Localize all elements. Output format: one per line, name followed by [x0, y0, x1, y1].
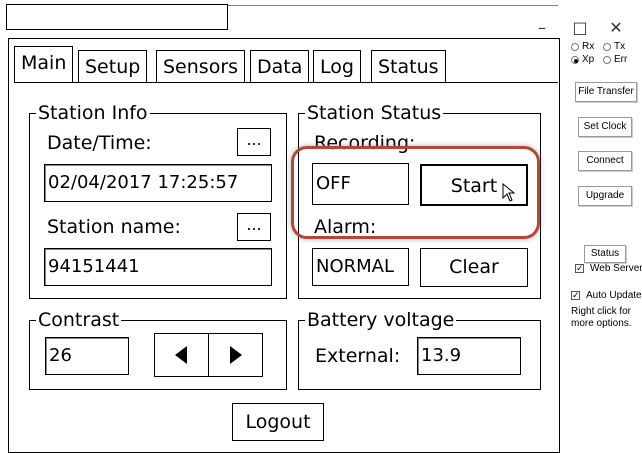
contrast-value-field: 26 — [45, 337, 129, 375]
contrast-increase-button[interactable] — [208, 333, 263, 377]
tab-status[interactable]: Status — [371, 50, 446, 82]
station-status-legend: Station Status — [307, 102, 442, 124]
station-name-label: Station name: — [47, 216, 181, 238]
tab-sensors[interactable]: Sensors — [156, 50, 246, 82]
clear-button[interactable]: Clear — [420, 248, 528, 287]
tab-setup[interactable]: Setup — [78, 50, 148, 82]
right-click-hint: Right click for more options. — [571, 306, 632, 329]
triangle-left-icon — [175, 346, 187, 364]
datetime-field: 02/04/2017 17:25:57 — [44, 164, 272, 202]
triangle-right-icon — [230, 346, 242, 364]
station-info-legend: Station Info — [38, 102, 148, 124]
close-icon[interactable]: ✕ — [606, 18, 626, 38]
external-voltage-field: 13.9 — [417, 337, 521, 375]
radio-xp-label: Xp — [582, 54, 595, 65]
radio-xp[interactable] — [571, 56, 579, 64]
logout-button[interactable]: Logout — [232, 403, 324, 441]
tab-baseline — [14, 82, 558, 83]
radio-tx[interactable] — [603, 43, 611, 51]
radio-err[interactable] — [603, 56, 611, 64]
web-server-checkbox[interactable]: ✓ — [575, 264, 584, 274]
auto-update-label: Auto Update — [586, 290, 642, 301]
datetime-label: Date/Time: — [47, 132, 152, 154]
datetime-more-button[interactable]: ... — [237, 128, 271, 156]
radio-tx-label: Tx — [614, 41, 626, 52]
external-voltage-label: External: — [315, 345, 401, 367]
contrast-legend: Contrast — [38, 309, 120, 331]
tab-data[interactable]: Data — [250, 50, 310, 82]
tab-log[interactable]: Log — [313, 50, 361, 82]
tab-main[interactable]: Main — [14, 46, 74, 82]
radio-rx-label: Rx — [582, 41, 595, 52]
file-transfer-button[interactable]: File Transfer — [575, 82, 637, 102]
auto-update-checkbox[interactable]: ✓ — [571, 291, 580, 301]
station-name-more-button[interactable]: ... — [237, 213, 271, 241]
title-bar-accent-line — [228, 5, 558, 6]
radio-rx[interactable] — [571, 43, 579, 51]
contrast-decrease-button[interactable] — [154, 333, 209, 377]
set-clock-button[interactable]: Set Clock — [578, 117, 632, 137]
alarm-status-field: NORMAL — [312, 248, 409, 286]
minimize-icon[interactable]: – — [532, 18, 552, 38]
connect-button[interactable]: Connect — [578, 151, 632, 171]
upgrade-button[interactable]: Upgrade — [578, 186, 632, 206]
web-server-label: Web Server — [590, 263, 642, 274]
recording-highlight-outline — [291, 146, 540, 239]
radio-err-label: Err — [614, 54, 628, 65]
status-button[interactable]: Status — [584, 245, 626, 263]
station-name-field[interactable]: 94151441 — [44, 248, 272, 286]
window-title-field — [6, 4, 228, 30]
battery-voltage-legend: Battery voltage — [307, 309, 455, 331]
maximize-icon[interactable]: □ — [570, 18, 590, 38]
